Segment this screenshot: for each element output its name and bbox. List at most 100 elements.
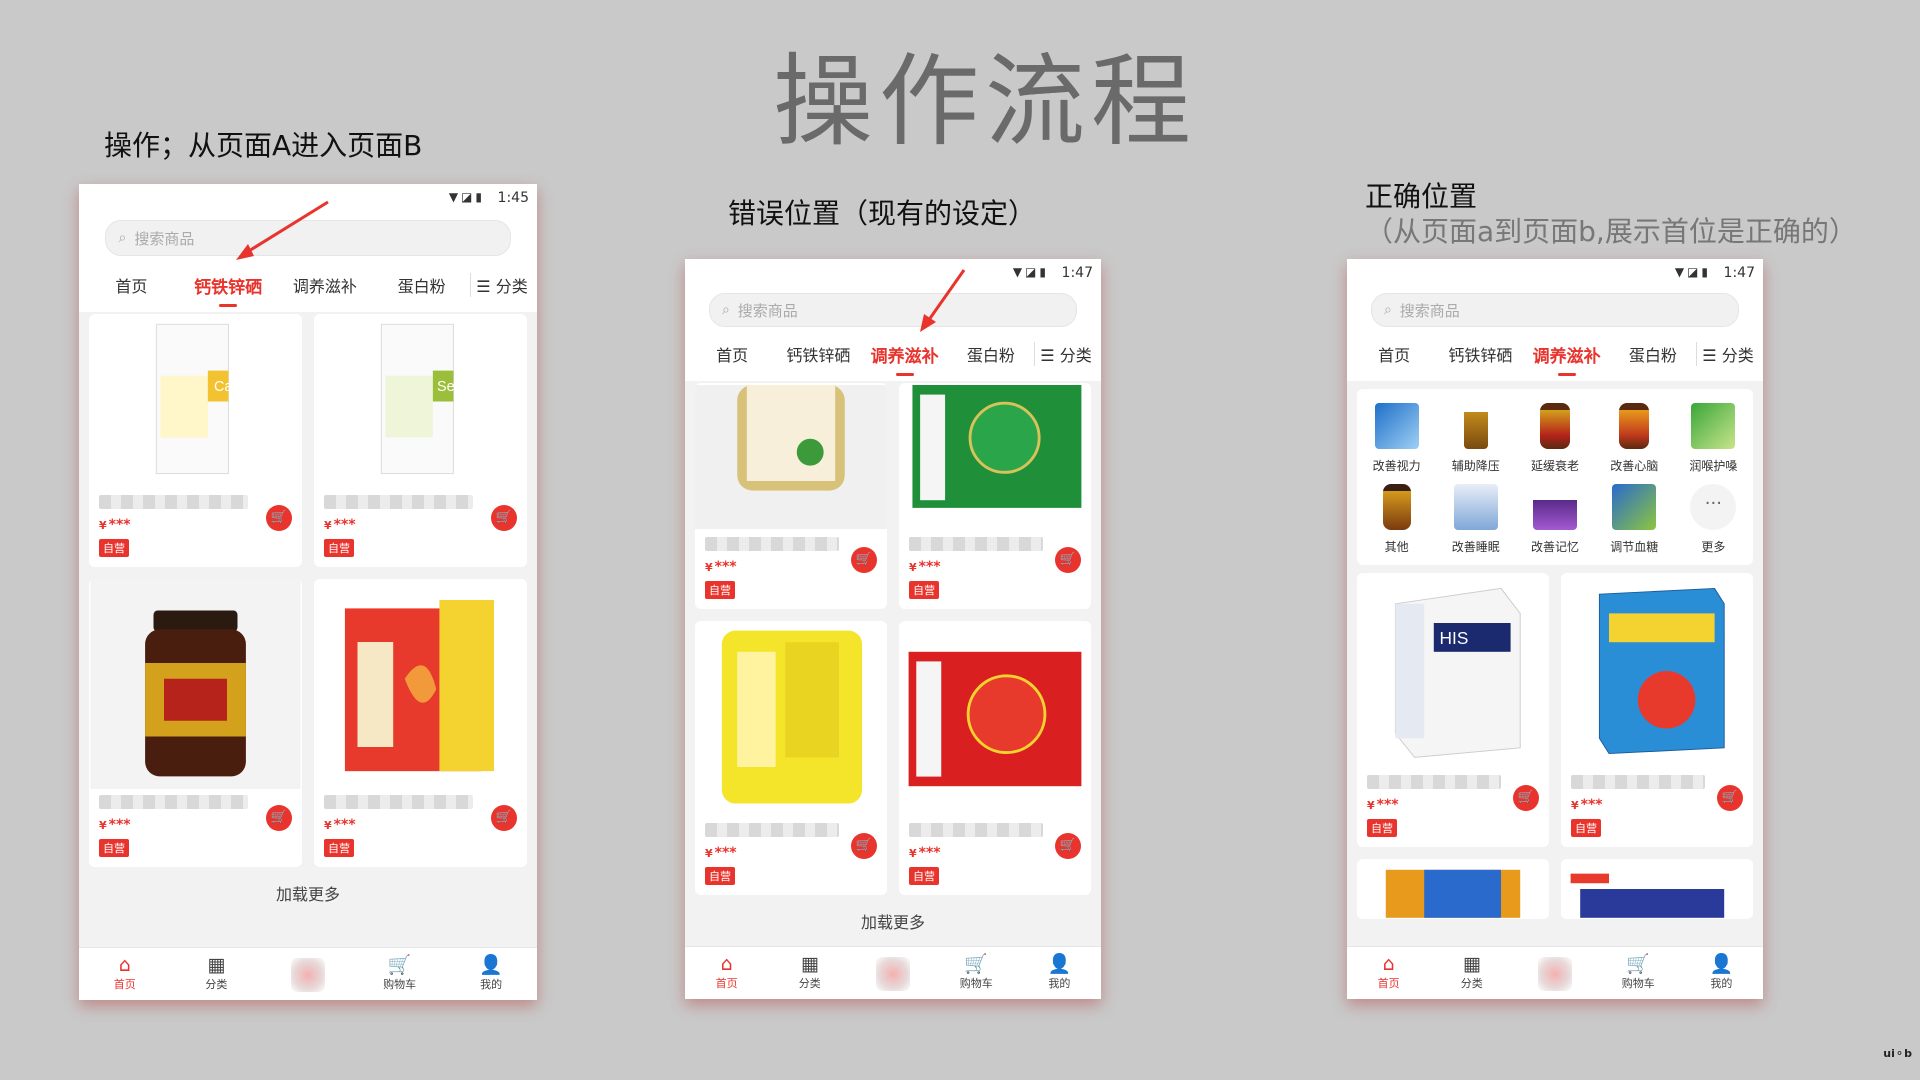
tab-tonic[interactable]: 调养滋补 [277,273,374,297]
subcategory-image [1374,403,1419,449]
tab-tonic[interactable]: 调养滋补 [862,342,948,376]
correct-position-label: 正确位置 [1365,180,1478,213]
subcategory-item[interactable]: 调节血糖 [1595,484,1674,555]
subcategory-item[interactable]: 润喉护嗓 [1674,403,1753,474]
add-to-cart-button[interactable]: 🛒 [266,805,292,831]
tab-category[interactable]: ☰ 分类 [1696,342,1759,366]
load-more-button[interactable]: 加载更多 [685,903,1101,939]
nav-category[interactable]: ▦ 分类 [171,948,263,1000]
cart-icon: 🛒 [964,953,989,975]
tab-category[interactable]: ☰ 分类 [1034,342,1097,366]
add-to-cart-button[interactable]: 🛒 [266,505,292,531]
product-card[interactable]: ¥ *** 🛒 自营 [899,383,1091,609]
add-to-cart-button[interactable]: 🛒 [1055,833,1081,859]
tab-home[interactable]: 首页 [689,342,775,366]
nav-cart[interactable]: 🛒 购物车 [1597,947,1680,999]
tab-category[interactable]: ☰ 分类 [470,273,533,297]
bottom-nav: ⌂ 首页 ▦ 分类 🛒 购物车 👤 我的 [685,946,1101,999]
add-to-cart-button[interactable]: 🛒 [1513,785,1539,811]
subcategory-image [1619,403,1650,449]
subcategory-label: 改善心脑 [1610,459,1659,473]
tab-calcium[interactable]: 钙铁锌硒 [1437,342,1523,366]
search-input[interactable]: ⌕ 搜索商品 [708,293,1078,327]
add-to-cart-button[interactable]: 🛒 [851,547,877,573]
tab-protein[interactable]: 蛋白粉 [373,273,470,297]
nav-category[interactable]: ▦ 分类 [1430,947,1513,999]
nav-mine-label: 我的 [1048,977,1071,990]
tab-home[interactable]: 首页 [83,273,180,297]
product-price: ¥ *** [324,517,517,533]
nav-home[interactable]: ⌂ 首页 [79,948,171,1000]
nav-center[interactable] [851,947,934,999]
subcategory-image [1463,403,1488,449]
product-price: ¥ *** [99,817,292,833]
tab-protein[interactable]: 蛋白粉 [948,342,1034,366]
add-to-cart-button[interactable]: 🛒 [1055,547,1081,573]
product-name-blurred [909,823,1044,837]
product-card[interactable]: ¥ *** 🛒 自营 [695,621,887,895]
add-to-cart-button[interactable]: 🛒 [491,805,517,831]
add-to-cart-button[interactable]: 🛒 [491,505,517,531]
subcategory-image [1612,484,1657,530]
tab-home[interactable]: 首页 [1351,342,1437,366]
product-card[interactable] [1561,859,1753,919]
svg-text:HIS: HIS [1440,628,1469,648]
category-tabs: 首页 钙铁锌硒 调养滋补 蛋白粉 ☰ 分类 [79,262,537,308]
nav-center[interactable] [262,948,354,1000]
nav-mine[interactable]: 👤 我的 [1018,947,1101,999]
product-card[interactable]: Ca ¥ *** 🛒 自营 [89,314,302,567]
subcategory-item[interactable]: 其他 [1357,484,1436,555]
product-card[interactable]: ¥ *** 🛒 自营 [899,621,1091,895]
product-card[interactable]: Se ¥ *** 🛒 自营 [314,314,527,567]
product-card[interactable]: ¥ *** 🛒 自营 [314,579,527,867]
subcategory-more[interactable]: ··· 更多 [1674,484,1753,555]
product-card[interactable]: HIS ¥ *** 🛒 自营 [1357,573,1549,847]
price-value: *** [333,817,356,833]
product-name-blurred [909,537,1044,551]
nav-home[interactable]: ⌂ 首页 [685,947,768,999]
load-more-button[interactable]: 加载更多 [79,875,537,911]
tab-calcium[interactable]: 钙铁锌硒 [180,273,277,307]
tab-protein[interactable]: 蛋白粉 [1610,342,1696,366]
self-operated-badge: 自营 [1367,819,1397,837]
subcategory-item[interactable]: 改善心脑 [1595,403,1674,474]
grid-icon: ▦ [1462,953,1481,975]
product-card[interactable]: ¥ *** 🛒 自营 [1561,573,1753,847]
tab-tonic[interactable]: 调养滋补 [1524,342,1610,376]
product-card[interactable]: ¥ *** 🛒 自营 [695,383,887,609]
cart-icon: 🛒 [1059,552,1077,567]
nav-home[interactable]: ⌂ 首页 [1347,947,1430,999]
subcategory-label: 延缓衰老 [1530,459,1579,473]
add-to-cart-button[interactable]: 🛒 [851,833,877,859]
product-card[interactable]: ¥ *** 🛒 自营 [89,579,302,867]
subcategory-image [1453,484,1498,530]
nav-cart[interactable]: 🛒 购物车 [354,948,446,1000]
bottom-nav: ⌂ 首页 ▦ 分类 🛒 购物车 👤 我的 [79,947,537,1000]
cart-icon: 🛒 [1059,838,1077,853]
tab-category-label: 分类 [495,277,528,296]
search-placeholder: 搜索商品 [1399,301,1460,320]
subcategory-item[interactable]: 改善视力 [1357,403,1436,474]
svg-text:Se: Se [437,379,455,395]
add-to-cart-button[interactable]: 🛒 [1717,785,1743,811]
nav-category-label: 分类 [1460,977,1483,990]
subcategory-label: 其他 [1384,540,1409,554]
search-input[interactable]: ⌕ 搜索商品 [1370,293,1740,327]
subcategory-item[interactable]: 延缓衰老 [1515,403,1594,474]
subcategory-item[interactable]: 改善睡眠 [1436,484,1515,555]
currency-symbol: ¥ [705,847,713,860]
nav-center[interactable] [1513,947,1596,999]
nav-mine[interactable]: 👤 我的 [445,948,537,1000]
nav-home-label: 首页 [113,978,136,991]
product-name-blurred [324,795,474,809]
subcategory-item[interactable]: 辅助降压 [1436,403,1515,474]
user-icon: 👤 [1047,953,1072,975]
tab-calcium[interactable]: 钙铁锌硒 [775,342,861,366]
nav-category[interactable]: ▦ 分类 [768,947,851,999]
nav-mine[interactable]: 👤 我的 [1680,947,1763,999]
subcategory-item[interactable]: 改善记忆 [1515,484,1594,555]
product-card[interactable] [1357,859,1549,919]
cart-icon: 🛒 [270,510,288,525]
nav-cart[interactable]: 🛒 购物车 [935,947,1018,999]
product-name-blurred [1571,775,1706,789]
